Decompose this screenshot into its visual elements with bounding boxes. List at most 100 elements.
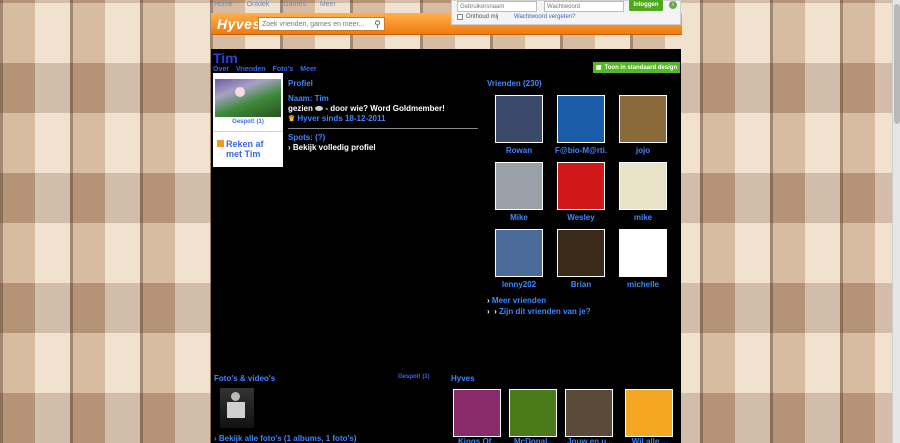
- friend-item[interactable]: Brian: [555, 229, 607, 289]
- scrollbar-thumb[interactable]: [894, 4, 900, 124]
- all-fotos-text: Bekijk alle foto's (1 albums, 1 foto's): [218, 434, 357, 443]
- hyve-thumbnail[interactable]: [565, 389, 613, 437]
- friend-item[interactable]: jojo: [617, 95, 669, 155]
- friend-avatar[interactable]: [495, 162, 543, 210]
- friend-name[interactable]: Mike: [493, 213, 545, 222]
- spots-line[interactable]: Spots: (?): [288, 133, 483, 143]
- fotos-gespot-link[interactable]: Gespot! (1): [398, 374, 430, 380]
- reken-af-link[interactable]: Reken af met Tim: [217, 139, 264, 159]
- sidebar-divider: [213, 131, 283, 132]
- friend-item[interactable]: mike: [617, 162, 669, 222]
- tab-fotos[interactable]: Foto's: [273, 66, 294, 73]
- standard-design-label: Toon in standaard design: [604, 64, 678, 71]
- forgot-password-link[interactable]: Wachtwoord vergeten?: [514, 14, 575, 20]
- friend-avatar[interactable]: [557, 229, 605, 277]
- friend-name[interactable]: michelle: [617, 280, 669, 289]
- hyve-name[interactable]: Wil alle ...: [625, 437, 675, 443]
- friend-item[interactable]: F@bio-M@rti...: [555, 95, 607, 155]
- friend-name[interactable]: Rowan: [493, 146, 545, 155]
- profile-divider: [288, 128, 478, 129]
- profile-section-title: Profiel: [288, 79, 313, 88]
- zijn-dit-text: Zijn dit vrienden van je?: [499, 307, 591, 316]
- hyve-thumbnail[interactable]: [509, 389, 557, 437]
- friends-section: Vrienden (230) Rowan F@bio-M@rti... jojo Mi…: [487, 79, 681, 289]
- browser-scrollbar[interactable]: [892, 0, 900, 443]
- hyves-logo[interactable]: Hyves: [217, 16, 261, 32]
- tab-meer[interactable]: Meer: [300, 66, 316, 73]
- friend-avatar[interactable]: [557, 95, 605, 143]
- help-icon[interactable]: i: [669, 1, 677, 9]
- gezien-prefix: gezien: [288, 104, 313, 113]
- friend-avatar[interactable]: [619, 95, 667, 143]
- login-button[interactable]: Inloggen: [629, 0, 663, 11]
- friend-avatar[interactable]: [495, 229, 543, 277]
- gespot-link[interactable]: Gespot! (1): [213, 119, 283, 125]
- meer-vrienden-link[interactable]: › Meer vrienden: [487, 295, 591, 306]
- volledig-profiel-link[interactable]: › Bekijk volledig profiel: [288, 143, 483, 153]
- hyve-name[interactable]: Jouw en u...: [565, 437, 615, 443]
- hyve-item[interactable]: Kings Of...: [453, 389, 503, 443]
- friend-avatar[interactable]: [557, 162, 605, 210]
- friend-name[interactable]: jojo: [617, 146, 669, 155]
- friend-name[interactable]: Brian: [555, 280, 607, 289]
- all-fotos-link[interactable]: › Bekijk alle foto's (1 albums, 1 foto's…: [214, 434, 357, 443]
- meer-vrienden-text: Meer vrienden: [491, 296, 547, 305]
- hyve-name[interactable]: McDonal...: [509, 437, 559, 443]
- profile-name: Tim: [213, 50, 238, 66]
- hyve-thumbnail[interactable]: [453, 389, 501, 437]
- hyve-item[interactable]: McDonal...: [509, 389, 559, 443]
- design-icon: ▦: [595, 65, 602, 71]
- topnav-ontdek[interactable]: Ontdek: [247, 1, 270, 8]
- hyve-thumbnail[interactable]: [625, 389, 673, 437]
- friend-item[interactable]: Mike: [493, 162, 545, 222]
- hyves-section: Hyves Kings Of... McDonal... Jouw en u... W…: [451, 374, 681, 443]
- profile-info: Profiel Naam: Tim gezien - door wie? Wor…: [288, 79, 483, 153]
- fotos-section: Foto's & video's Gespot! (1) › Bekijk al…: [214, 374, 437, 443]
- goldmember-link[interactable]: - door wie? Word Goldmember!: [325, 104, 444, 113]
- hyve-item[interactable]: Wil alle ...: [625, 389, 675, 443]
- friends-title[interactable]: Vrienden (230): [487, 79, 681, 88]
- gezien-line: gezien - door wie? Word Goldmember!: [288, 104, 483, 114]
- hyver-sinds-line: ♛ Hyver sinds 18-12-2011: [288, 114, 483, 124]
- gift-icon: [217, 140, 224, 147]
- hyver-sinds-text: Hyver sinds 18-12-2011: [297, 114, 386, 123]
- search-icon[interactable]: ⚲: [371, 18, 384, 30]
- friend-avatar[interactable]: [495, 95, 543, 143]
- crown-icon: ♛: [288, 114, 296, 123]
- password-field[interactable]: Wachtwoord: [544, 1, 624, 12]
- friend-item[interactable]: michelle: [617, 229, 669, 289]
- friend-item[interactable]: Wesley: [555, 162, 607, 222]
- volledig-profiel-text: Bekijk volledig profiel: [292, 143, 376, 152]
- friend-item[interactable]: lenny202: [493, 229, 545, 289]
- standard-design-button[interactable]: ▦ Toon in standaard design: [593, 62, 680, 73]
- zijn-dit-vrienden-link[interactable]: › › Zijn dit vrienden van je?: [487, 306, 591, 317]
- name-line: Naam: Tim: [288, 94, 329, 103]
- friend-avatar[interactable]: [619, 229, 667, 277]
- foto-thumbnail[interactable]: [220, 388, 254, 428]
- profile-page: Tim Over Vrienden Foto's Meer ▦ Toon in …: [211, 49, 681, 443]
- search-input[interactable]: Zoek vrienden, games en meer...: [258, 17, 385, 31]
- topnav-home[interactable]: Home: [214, 1, 233, 8]
- hyves-title[interactable]: Hyves: [451, 374, 681, 383]
- tab-vrienden[interactable]: Vrienden: [236, 66, 266, 73]
- friend-name[interactable]: lenny202: [493, 280, 545, 289]
- remember-checkbox[interactable]: [457, 14, 463, 20]
- remember-label: Onthoud mij: [466, 14, 499, 20]
- profile-subnav: Over Vrienden Foto's Meer: [213, 66, 317, 73]
- topnav-meer[interactable]: Meer: [320, 1, 336, 8]
- friend-links: › Meer vrienden › › Zijn dit vrienden va…: [487, 295, 591, 317]
- friend-name[interactable]: Wesley: [555, 213, 607, 222]
- friend-item[interactable]: Rowan: [493, 95, 545, 155]
- username-field[interactable]: Gebruikersnaam: [457, 1, 537, 12]
- profile-photo[interactable]: [215, 79, 281, 117]
- remember-me[interactable]: Onthoud mij: [457, 14, 498, 20]
- hyve-item[interactable]: Jouw en u...: [565, 389, 615, 443]
- tab-over[interactable]: Over: [213, 66, 229, 73]
- profile-sidebar: Gespot! (1) Reken af met Tim: [213, 73, 283, 167]
- hyve-name[interactable]: Kings Of...: [453, 437, 503, 443]
- login-panel: Gebruikersnaam Wachtwoord Inloggen i Ont…: [451, 0, 681, 25]
- topnav-games[interactable]: Games: [283, 1, 306, 8]
- friend-avatar[interactable]: [619, 162, 667, 210]
- friend-name[interactable]: F@bio-M@rti...: [555, 146, 607, 155]
- friend-name[interactable]: mike: [617, 213, 669, 222]
